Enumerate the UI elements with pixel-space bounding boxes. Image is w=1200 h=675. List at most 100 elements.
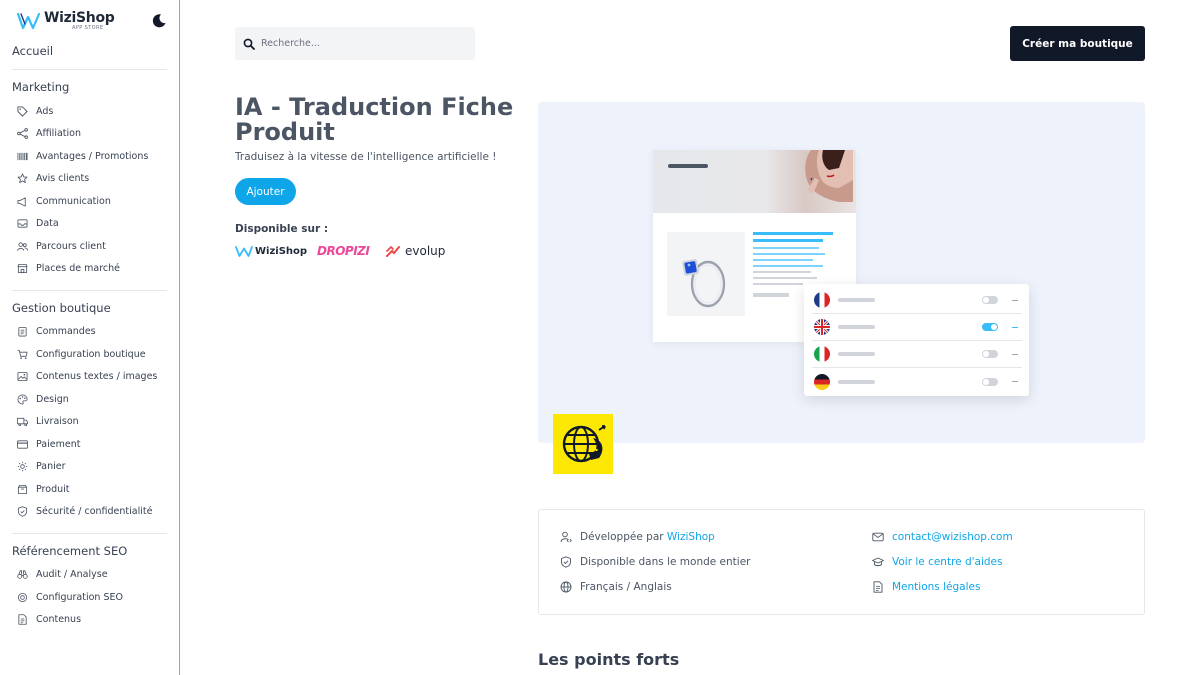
create-store-button[interactable]: Créer ma boutique (1010, 26, 1145, 61)
truck-icon (17, 417, 28, 426)
sidebar-item-securite[interactable]: Sécurité / confidentialité (17, 503, 152, 519)
section-title-referencement-seo: Référencement SEO (12, 544, 128, 558)
sidebar-item-produit[interactable]: Produit (17, 481, 70, 497)
ring-icon (682, 259, 726, 308)
sidebar-item-label: Audit / Analyse (36, 568, 108, 580)
search-input[interactable] (261, 38, 461, 49)
platform-label: WiziShop (255, 245, 308, 257)
share-icon (17, 127, 28, 139)
sidebar-item-contenus[interactable]: Contenus (17, 611, 81, 627)
sidebar-item-label: Configuration SEO (36, 591, 123, 603)
toggle-icon (982, 296, 998, 304)
platform-dropizi: DROPIZI (317, 242, 385, 260)
nav-home[interactable]: Accueil (12, 44, 53, 58)
platform-evolup: evolup (385, 242, 445, 260)
legal-document-icon (873, 581, 883, 593)
shield-icon (17, 505, 28, 517)
sidebar-item-label: Paiement (36, 438, 81, 450)
toggle-icon (982, 377, 998, 386)
language-row-de (812, 368, 1022, 395)
sidebar-item-livraison[interactable]: Livraison (17, 413, 79, 429)
sidebar-item-communication[interactable]: Communication (17, 193, 111, 209)
languages-info: Français / Anglais (560, 581, 672, 593)
wizishop-logo-icon (17, 12, 41, 30)
legal-info: Mentions légales (872, 581, 980, 593)
dark-mode-toggle[interactable] (151, 13, 167, 29)
moon-icon (152, 14, 166, 28)
sidebar-divider (12, 533, 167, 534)
platform-wizishop: WiziShop (235, 242, 317, 260)
sidebar: WiziShop APP STORE Accueil Marketing Ads… (0, 0, 180, 675)
sidebar-item-ads[interactable]: Ads (17, 103, 53, 119)
sidebar-item-contenus-textes-images[interactable]: Contenus textes / images (17, 368, 157, 384)
add-button[interactable]: Ajouter (235, 178, 296, 205)
sidebar-item-label: Communication (36, 195, 111, 207)
language-row-en (812, 314, 1022, 341)
strengths-heading: Les points forts (538, 650, 680, 669)
sidebar-divider (12, 290, 167, 291)
sidebar-item-places-de-marche[interactable]: Places de marché (17, 260, 120, 276)
sidebar-item-label: Panier (36, 460, 66, 472)
mail-icon (872, 532, 884, 542)
wizishop-logo[interactable]: WiziShop APP STORE (17, 10, 115, 31)
toggle-icon (982, 350, 998, 358)
page-subtitle: Traduisez à la vitesse de l'intelligence… (235, 151, 497, 163)
app-info-box: Développée par WiziShop Disponible dans … (538, 509, 1145, 615)
sidebar-item-configuration-seo[interactable]: Configuration SEO (17, 589, 123, 605)
star-icon (17, 173, 28, 183)
sidebar-item-label: Contenus (36, 613, 82, 625)
sidebar-item-paiement[interactable]: Paiement (17, 436, 80, 452)
languages-text: Français / Anglais (580, 581, 672, 593)
evolup-platform-icon (386, 245, 400, 257)
platform-label: evolup (405, 244, 446, 258)
ring-product-photo (667, 232, 745, 316)
clipboard-icon (18, 326, 27, 336)
platforms-list: WiziShop DROPIZI evolup (235, 242, 445, 260)
developer-prefix: Développée par (580, 531, 664, 543)
legal-mentions-link[interactable]: Mentions légales (892, 581, 980, 593)
help-center-link[interactable]: Voir le centre d'aides (892, 556, 1002, 568)
language-selector-mockup (804, 284, 1029, 396)
developer-link[interactable]: WiziShop (667, 531, 715, 543)
sidebar-divider (12, 69, 167, 70)
sidebar-item-avantages[interactable]: Avantages / Promotions (17, 148, 148, 164)
sidebar-item-affiliation[interactable]: Affiliation (17, 125, 81, 141)
sidebar-item-label: Data (36, 217, 59, 229)
available-on-label: Disponible sur : (235, 223, 329, 235)
contact-email-link[interactable]: contact@wizishop.com (892, 531, 1013, 543)
uk-flag-icon (814, 319, 830, 335)
wizishop-platform-icon (235, 245, 253, 257)
app-preview-image (538, 102, 1145, 443)
sidebar-item-label: Places de marché (36, 262, 120, 274)
users-icon (17, 241, 28, 251)
sidebar-item-label: Parcours client (36, 240, 106, 252)
sidebar-item-label: Configuration boutique (36, 348, 146, 360)
toggle-icon (982, 323, 998, 331)
sidebar-item-avis-clients[interactable]: Avis clients (17, 170, 89, 186)
globe-translate-icon (562, 425, 606, 463)
sidebar-item-panier[interactable]: Panier (17, 458, 66, 474)
settings-icon (17, 592, 28, 602)
gear-icon (17, 461, 28, 471)
search-bar[interactable] (235, 27, 475, 60)
sidebar-item-parcours-client[interactable]: Parcours client (17, 238, 106, 254)
sidebar-item-commandes[interactable]: Commandes (17, 323, 96, 339)
globe-icon (560, 581, 572, 593)
binoculars-icon (17, 569, 28, 579)
germany-flag-icon (814, 373, 830, 390)
sidebar-item-label: Contenus textes / images (36, 370, 158, 382)
sidebar-item-label: Design (36, 393, 69, 405)
brand-name: WiziShop (44, 10, 115, 26)
document-icon (18, 613, 27, 625)
contact-info: contact@wizishop.com (872, 531, 1013, 543)
sidebar-item-design[interactable]: Design (17, 391, 69, 407)
sidebar-item-label: Ads (36, 105, 54, 117)
sidebar-item-configuration-boutique[interactable]: Configuration boutique (17, 346, 146, 362)
language-row-it (812, 341, 1022, 368)
sidebar-item-data[interactable]: Data (17, 215, 59, 231)
palette-icon (17, 394, 28, 404)
sidebar-item-label: Affiliation (36, 127, 81, 139)
france-flag-icon (814, 292, 830, 308)
graduation-cap-icon (872, 557, 884, 567)
sidebar-item-audit-analyse[interactable]: Audit / Analyse (17, 566, 108, 582)
